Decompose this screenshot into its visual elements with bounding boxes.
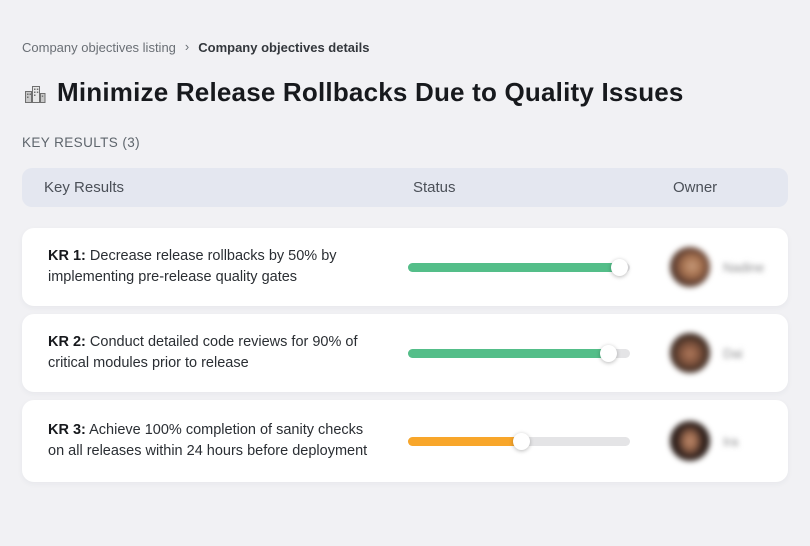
objective-details-page: Company objectives listing › Company obj… — [0, 0, 810, 546]
progress-fill — [408, 437, 521, 446]
kr-description-cell: KR 3: Achieve 100% completion of sanity … — [22, 408, 408, 474]
cityscape-icon — [22, 80, 48, 106]
owner-name: Dai — [723, 346, 743, 361]
kr-description-cell: KR 2: Conduct detailed code reviews for … — [22, 320, 408, 386]
title-row: Minimize Release Rollbacks Due to Qualit… — [22, 77, 788, 108]
key-results-count-label: KEY RESULTS (3) — [22, 135, 788, 150]
progress-fill — [408, 263, 619, 272]
progress-thumb[interactable] — [611, 259, 628, 276]
avatar — [670, 421, 710, 461]
progress-slider[interactable] — [408, 433, 630, 450]
progress-slider[interactable] — [408, 345, 630, 362]
avatar — [670, 333, 710, 373]
progress-thumb[interactable] — [513, 433, 530, 450]
status-cell — [408, 345, 650, 362]
status-cell — [408, 259, 650, 276]
column-header-status: Status — [408, 179, 650, 196]
progress-fill — [408, 349, 608, 358]
column-header-key-results: Key Results — [22, 179, 408, 196]
chevron-right-icon: › — [185, 40, 189, 53]
key-result-row-3[interactable]: KR 3: Achieve 100% completion of sanity … — [22, 400, 788, 482]
owner-cell: Dai — [650, 333, 788, 373]
owner-cell: Nadine — [650, 247, 788, 287]
breadcrumb: Company objectives listing › Company obj… — [22, 40, 788, 55]
breadcrumb-link-objectives-listing[interactable]: Company objectives listing — [22, 40, 176, 55]
key-results-list: KR 1: Decrease release rollbacks by 50% … — [22, 228, 788, 482]
key-result-row-1[interactable]: KR 1: Decrease release rollbacks by 50% … — [22, 228, 788, 306]
table-header: Key Results Status Owner — [22, 168, 788, 207]
kr-description: Achieve 100% completion of sanity checks… — [48, 422, 367, 459]
owner-cell: Ira — [650, 421, 788, 461]
owner-name: Nadine — [723, 260, 764, 275]
page-title: Minimize Release Rollbacks Due to Qualit… — [57, 77, 684, 108]
avatar — [670, 247, 710, 287]
owner-name: Ira — [723, 434, 738, 449]
status-cell — [408, 433, 650, 450]
breadcrumb-current-objectives-details: Company objectives details — [198, 40, 369, 55]
kr-label: KR 3: — [48, 422, 86, 438]
progress-slider[interactable] — [408, 259, 630, 276]
kr-label: KR 2: — [48, 334, 86, 350]
key-result-row-2[interactable]: KR 2: Conduct detailed code reviews for … — [22, 314, 788, 392]
progress-thumb[interactable] — [600, 345, 617, 362]
kr-description-cell: KR 1: Decrease release rollbacks by 50% … — [22, 234, 408, 300]
kr-label: KR 1: — [48, 248, 86, 264]
column-header-owner: Owner — [650, 179, 788, 196]
kr-description: Decrease release rollbacks by 50% by imp… — [48, 248, 337, 285]
kr-description: Conduct detailed code reviews for 90% of… — [48, 334, 358, 371]
